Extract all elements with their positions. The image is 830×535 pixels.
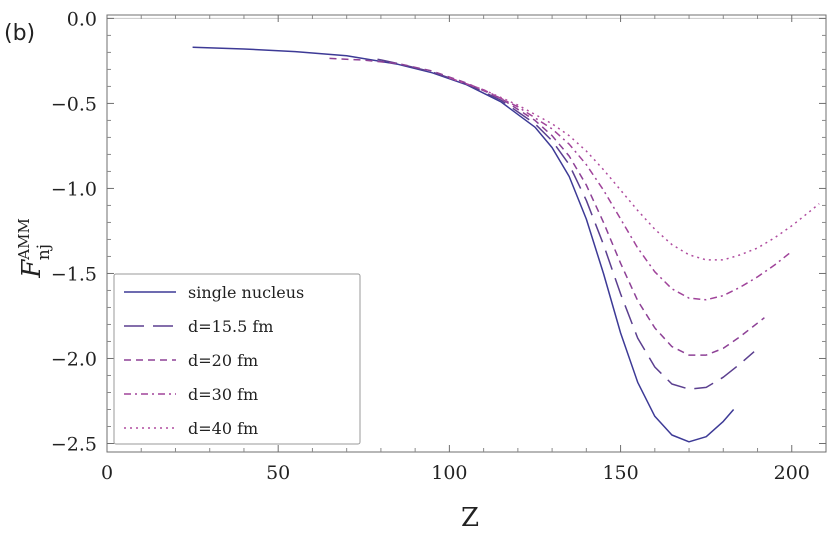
x-axis-label: Z: [461, 503, 479, 533]
x-tick-label: 200: [774, 462, 810, 484]
y-tick-label: 0.0: [67, 8, 97, 30]
y-axis-label-superscript: AMM: [15, 218, 33, 261]
y-tick-label: −2.5: [51, 433, 97, 455]
y-tick-label: −2.0: [51, 348, 97, 370]
legend-label-4: d=30 fm: [188, 385, 258, 404]
legend-label-2: d=15.5 fm: [188, 317, 273, 336]
series-line-3: [329, 57, 765, 356]
svg-text:FAMMnj: FAMMnj: [15, 218, 54, 279]
y-tick-label: −0.5: [51, 93, 97, 115]
series-line-4: [449, 77, 793, 301]
x-tick-label: 100: [431, 462, 467, 484]
y-axis-label-subscript: nj: [34, 244, 54, 260]
y-axis-label: FAMMnj: [15, 218, 54, 279]
chart: 0 50 100 150 200 0.0 −0.5 −1.0 −1.5 −2.0 −2.5 (b)…: [4, 8, 827, 533]
y-axis-label-main: F: [17, 259, 47, 279]
x-tick-label: 0: [101, 462, 113, 484]
x-tick-label: 50: [266, 462, 290, 484]
y-tick-label: −1.0: [51, 178, 97, 200]
legend-label-1: single nucleus: [188, 283, 304, 302]
y-tick-label: −1.5: [51, 263, 97, 285]
legend-label-3: d=20 fm: [188, 351, 258, 370]
series-line-2: [377, 58, 755, 390]
legend: single nucleus d=15.5 fm d=20 fm d=30 fm d=4…: [113, 273, 361, 445]
legend-label-5: d=40 fm: [188, 419, 258, 438]
panel-label: (b): [4, 21, 35, 46]
x-tick-label: 150: [602, 462, 638, 484]
